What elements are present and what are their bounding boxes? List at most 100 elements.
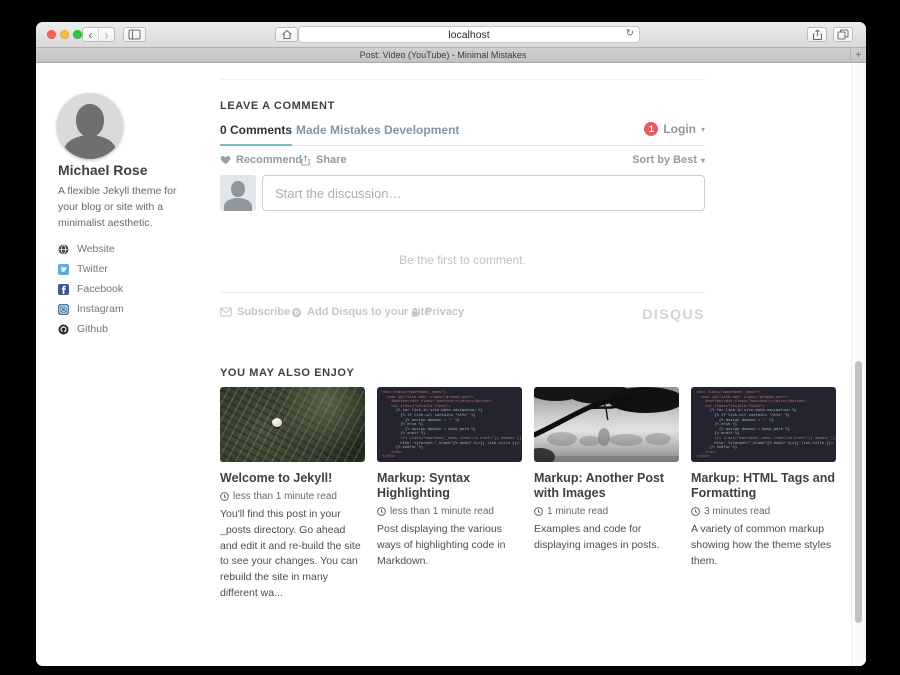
post-title-link[interactable]: Markup: HTML Tags and Formatting: [691, 471, 836, 501]
minimize-button[interactable]: [60, 30, 69, 39]
author-link-label: Website: [77, 243, 115, 255]
post-title-link[interactable]: Markup: Another Post with Images: [534, 471, 679, 501]
author-link-label: Twitter: [77, 263, 108, 275]
read-time: less than 1 minute read: [233, 491, 337, 502]
subscribe-label: Subscribe: [237, 306, 290, 318]
disqus-icon: [291, 307, 302, 318]
related-card: <div class="masthead__menu"> <nav id="si…: [377, 387, 522, 602]
avatar-silhouette: [76, 104, 104, 137]
post-excerpt: Post displaying the various ways of high…: [377, 522, 522, 569]
foggy-tree-image: [534, 387, 679, 462]
tab-bar: Post: Video (YouTube) - Minimal Mistakes…: [36, 48, 866, 63]
address-bar[interactable]: localhost ↻: [298, 26, 640, 43]
read-time: less than 1 minute read: [390, 506, 494, 517]
author-avatar: [57, 93, 123, 159]
clock-icon: [691, 507, 700, 516]
sidebar-toggle-button[interactable]: [123, 27, 146, 42]
scrollbar-thumb[interactable]: [855, 361, 862, 623]
clock-icon: [377, 507, 386, 516]
active-tab[interactable]: Post: Video (YouTube) - Minimal Mistakes: [36, 48, 850, 62]
zoom-button[interactable]: [73, 30, 82, 39]
related-card: Markup: Another Post with Images 1 minut…: [534, 387, 679, 602]
home-icon: [281, 29, 293, 40]
related-posts: Welcome to Jekyll! less than 1 minute re…: [220, 387, 852, 602]
author-link-label: Facebook: [77, 283, 123, 295]
author-bio: A flexible Jekyll theme for your blog or…: [58, 184, 196, 231]
author-link-website[interactable]: Website: [58, 239, 124, 259]
code-thumbnail[interactable]: <div class="masthead__menu"> <nav id="si…: [691, 387, 836, 462]
new-tab-button[interactable]: +: [850, 48, 866, 62]
author-link-twitter[interactable]: Twitter: [58, 259, 124, 279]
envelope-icon: [220, 307, 232, 317]
empty-comments-message: Be the first to comment.: [220, 253, 705, 267]
url-text: localhost: [448, 29, 489, 41]
forward-button[interactable]: ›: [98, 28, 114, 41]
egg-detail: [272, 418, 282, 427]
comment-count-tab[interactable]: 0 Comments: [220, 123, 292, 146]
lock-icon: [410, 307, 420, 318]
sort-by-button[interactable]: Sort by Best ▾: [632, 154, 705, 166]
heart-icon: [220, 155, 231, 165]
browser-toolbar: ‹ › localhost ↻: [36, 22, 866, 48]
disqus-footer: Subscribe Add Disqus to your site Privac…: [220, 306, 705, 324]
read-time: 3 minutes read: [704, 506, 770, 517]
author-link-label: Github: [77, 323, 108, 335]
sidebar-icon: [128, 29, 141, 40]
comment-input[interactable]: [262, 175, 705, 211]
tab-overview-button[interactable]: [833, 27, 853, 42]
author-link-facebook[interactable]: Facebook: [58, 279, 124, 299]
code-thumbnail[interactable]: <div class="masthead__menu"> <nav id="si…: [377, 387, 522, 462]
post-excerpt: You'll find this post in your _posts dir…: [220, 507, 365, 602]
globe-icon: [58, 244, 69, 255]
facebook-icon: [58, 284, 69, 295]
tab-overview-icon: [837, 29, 849, 40]
share-button[interactable]: [807, 27, 827, 42]
login-button[interactable]: 1 Login ▾: [644, 122, 705, 136]
share-icon: [812, 29, 823, 41]
chevron-down-icon: ▾: [701, 125, 705, 134]
page-content: Michael Rose A flexible Jekyll theme for…: [36, 63, 866, 666]
browser-window: ‹ › localhost ↻ Post: Video (YouTube) - …: [36, 22, 866, 666]
disqus-nav: 0 Comments Made Mistakes Development 1 L…: [220, 123, 705, 146]
disqus-divider: [220, 292, 705, 293]
github-icon: [58, 324, 69, 335]
article-divider: [220, 79, 705, 80]
comments-section-title: LEAVE A COMMENT: [220, 100, 335, 112]
post-meta: less than 1 minute read: [220, 491, 365, 502]
recommend-label: Recommend: [236, 154, 302, 166]
post-thumbnail-foggy-tree[interactable]: [534, 387, 679, 462]
author-link-label: Instagram: [77, 303, 124, 315]
home-button[interactable]: [275, 27, 298, 42]
scrollbar-track[interactable]: [851, 63, 866, 666]
privacy-link[interactable]: Privacy: [410, 306, 464, 318]
community-tab[interactable]: Made Mistakes Development: [296, 123, 459, 137]
author-name: Michael Rose: [58, 162, 147, 178]
post-thumbnail-moss[interactable]: [220, 387, 365, 462]
recommend-button[interactable]: Recommend: [220, 154, 302, 166]
related-section-title: YOU MAY ALSO ENJOY: [220, 367, 354, 379]
share-comments-button[interactable]: Share: [300, 154, 347, 166]
author-link-instagram[interactable]: Instagram: [58, 299, 124, 319]
author-links: Website Twitter Facebook Instagram Githu…: [58, 239, 124, 339]
post-excerpt: Examples and code for displaying images …: [534, 522, 679, 554]
disqus-actions: Recommend Share Sort by Best ▾: [220, 154, 705, 170]
history-nav: ‹ ›: [82, 27, 115, 42]
disqus-logo[interactable]: DISQUS: [642, 306, 705, 322]
author-link-github[interactable]: Github: [58, 319, 124, 339]
clock-icon: [220, 492, 229, 501]
clock-icon: [534, 507, 543, 516]
post-title-link[interactable]: Markup: Syntax Highlighting: [377, 471, 522, 501]
twitter-icon: [58, 264, 69, 275]
related-card: Welcome to Jekyll! less than 1 minute re…: [220, 387, 365, 602]
post-meta: 3 minutes read: [691, 506, 836, 517]
close-button[interactable]: [47, 30, 56, 39]
subscribe-link[interactable]: Subscribe: [220, 306, 290, 318]
reload-button[interactable]: ↻: [626, 28, 634, 39]
share-arrow-icon: [300, 155, 311, 166]
privacy-label: Privacy: [425, 306, 464, 318]
sort-label: Sort by Best: [632, 154, 697, 166]
instagram-icon: [58, 304, 69, 315]
post-title-link[interactable]: Welcome to Jekyll!: [220, 471, 365, 486]
back-button[interactable]: ‹: [83, 28, 98, 41]
notification-badge: 1: [644, 122, 658, 136]
